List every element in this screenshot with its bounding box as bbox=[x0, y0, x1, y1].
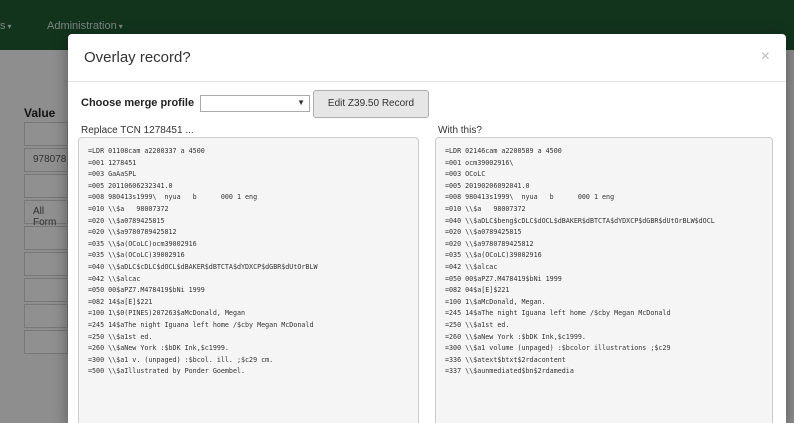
marc-field-line: =337 \\$aunmediated$bn$2rdamedia bbox=[445, 367, 574, 376]
marc-field-line: =LDR 02146cam a2200589 a 4500 bbox=[445, 147, 562, 155]
marc-field-line: =082 04$a[E]$221 bbox=[445, 286, 510, 295]
marc-field-line: =005 20110606232341.0 bbox=[88, 181, 173, 190]
marc-field-line: =250 \\$a1st ed. bbox=[88, 332, 153, 341]
marc-field-line: =005 20190206092041.0 bbox=[445, 181, 530, 190]
marc-field-line: =020 \\$a9780789425812 bbox=[445, 239, 534, 248]
marc-field-line: =020 \\$a0789425815 bbox=[445, 228, 522, 237]
with-record-label: With this? bbox=[438, 125, 482, 136]
dropdown-arrow-icon: ▼ bbox=[297, 98, 305, 107]
marc-field-line: =003 GaAaSPL bbox=[88, 170, 137, 179]
marc-field-line: =010 \\$a 98007372 bbox=[88, 204, 169, 213]
marc-field-line: =050 00$aPZ7.M478419$bNi 1999 bbox=[445, 274, 562, 283]
marc-field-line: =082 14$a[E]$221 bbox=[88, 297, 153, 306]
marc-field-line: =010 \\$a 98007372 bbox=[445, 204, 526, 213]
modal-header: Overlay record? × bbox=[68, 34, 786, 82]
marc-field-line: =042 \\$alcac bbox=[445, 262, 498, 271]
marc-field-line: =035 \\$a(OCoLC)39002916 bbox=[88, 251, 185, 260]
marc-field-line: =003 OCoLC bbox=[445, 170, 486, 179]
marc-field-line: =100 1\$aMcDonald, Megan. bbox=[445, 297, 546, 306]
marc-field-line: =260 \\$aNew York :$bDK Ink,$c1999. bbox=[445, 332, 586, 341]
new-record-marc: =LDR 02146cam a2200589 a 4500 =001 ocm390… bbox=[435, 137, 773, 423]
marc-field-line: =020 \\$a0789425815 bbox=[88, 216, 165, 225]
merge-profile-select[interactable]: ▼ bbox=[200, 95, 310, 112]
marc-field-line: =020 \\$a9780789425812 bbox=[88, 228, 177, 237]
marc-field-line: =035 \\$a(OCoLC)ocm39002916 bbox=[88, 239, 197, 248]
marc-field-line: =040 \\$aDLC$cDLC$dOCL$dBAKER$dBTCTA$dYD… bbox=[88, 262, 318, 271]
marc-field-line: =245 14$aThe night Iguana left home /$cb… bbox=[88, 320, 314, 329]
marc-field-line: =300 \\$a1 volume (unpaged) :$bcolor ill… bbox=[445, 344, 671, 353]
modal-title: Overlay record? bbox=[84, 49, 191, 66]
marc-field-line: =008 980413s1999\ nyua b 000 1 eng bbox=[88, 193, 258, 202]
marc-field-line: =245 14$aThe night Iguana left home /$cb… bbox=[445, 309, 671, 318]
marc-field-line: =300 \\$a1 v. (unpaged) :$bcol. ill. ;$c… bbox=[88, 355, 274, 364]
marc-field-line: =042 \\$alcac bbox=[88, 274, 141, 283]
marc-field-line: =008 980413s1999\ nyua b 000 1 eng bbox=[445, 193, 615, 202]
marc-field-line: =500 \\$aIllustrated by Ponder Goembel. bbox=[88, 367, 246, 376]
merge-profile-label: Choose merge profile bbox=[81, 97, 195, 109]
existing-record-marc: =LDR 01108cam a2200337 a 4500 =001 127845… bbox=[78, 137, 419, 423]
marc-field-line: =336 \\$atext$btxt$2rdacontent bbox=[445, 355, 566, 364]
marc-field-line: =LDR 01108cam a2200337 a 4500 bbox=[88, 147, 205, 155]
marc-field-line: =260 \\$aNew York :$bDK Ink,$c1999. bbox=[88, 344, 229, 353]
marc-field-line: =001 1278451 bbox=[88, 158, 137, 167]
marc-field-line: =040 \\$aDLC$beng$cDLC$dOCL$dBAKER$dBTCT… bbox=[445, 216, 715, 225]
overlay-record-modal: Overlay record? × Choose merge profile ▼… bbox=[68, 34, 786, 423]
marc-field-line: =035 \\$a(OCoLC)39002916 bbox=[445, 251, 542, 260]
marc-field-line: =250 \\$a1st ed. bbox=[445, 320, 510, 329]
marc-field-line: =050 00$aPZ7.M478419$bNi 1999 bbox=[88, 286, 205, 295]
replace-record-label: Replace TCN 1278451 ... bbox=[81, 125, 194, 136]
marc-field-line: =001 ocm39002916\ bbox=[445, 158, 514, 167]
marc-field-line: =100 1\$0(PINES)207263$aMcDonald, Megan bbox=[88, 309, 246, 318]
close-icon[interactable]: × bbox=[761, 48, 770, 66]
edit-z3950-record-button[interactable]: Edit Z39.50 Record bbox=[313, 90, 429, 118]
